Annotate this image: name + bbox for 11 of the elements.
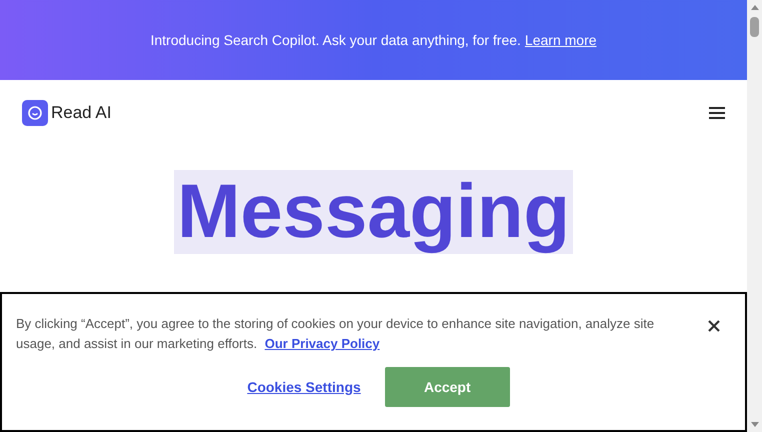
privacy-policy-link[interactable]: Our Privacy Policy [264,336,380,351]
menu-icon[interactable] [709,106,725,118]
cookies-settings-link[interactable]: Cookies Settings [247,376,361,398]
cookie-notice: By clicking “Accept”, you agree to the storing of cookies on your device to enhance site navigation, analyze site usage, and assist in our marketing efforts. Our Privacy Policy [16,315,656,353]
scrollbar-thumb[interactable] [750,17,759,37]
close-icon[interactable] [708,320,720,332]
brand-name[interactable]: Read AI [51,100,112,126]
learn-more-link[interactable]: Learn more [524,30,597,50]
logo-icon [22,100,48,126]
announcement-text: Introducing Search Copilot. Ask your data anything, for free. [150,30,521,50]
hero-title-highlighted: Messaging [174,170,573,254]
